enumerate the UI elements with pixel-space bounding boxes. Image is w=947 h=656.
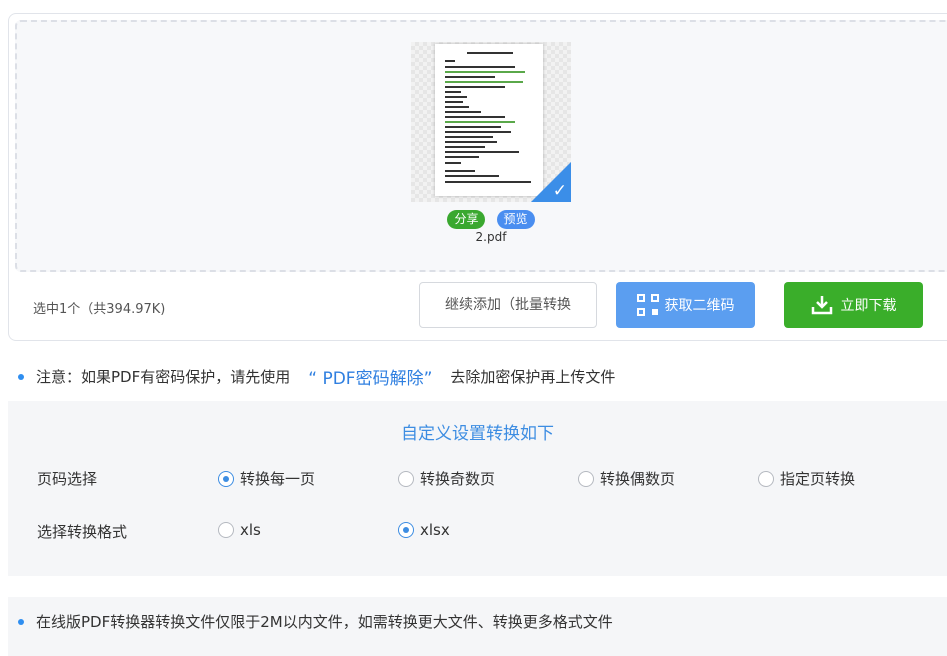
preview-button[interactable]: 预览 xyxy=(496,210,535,229)
pdf-page-preview xyxy=(435,44,543,196)
size-limit-notice: 在线版PDF转换器转换文件仅限于2M以内文件，如需转换更大文件、转换更多格式文件 xyxy=(8,597,947,656)
radio-format-xls[interactable]: xls xyxy=(218,521,261,539)
radio-convert-even-pages[interactable]: 转换偶数页 xyxy=(578,468,675,489)
radio-label: 指定页转换 xyxy=(780,470,856,488)
continue-add-button[interactable]: 继续添加（批量转换 xyxy=(419,282,597,328)
check-icon: ✓ xyxy=(552,181,567,201)
pdf-password-remove-link[interactable]: “ PDF密码解除” xyxy=(308,364,432,389)
share-button[interactable]: 分享 xyxy=(447,210,486,229)
file-thumbnail[interactable]: ✓ xyxy=(411,42,571,202)
notice-suffix: 去除加密保护再上传文件 xyxy=(450,368,616,386)
upload-card: ✓ 分享 预览 2.pdf 选中1个（共394.97K) 继续添加（批量转换 获… xyxy=(8,13,947,341)
radio-label: 转换奇数页 xyxy=(420,470,496,488)
radio-convert-every-page[interactable]: 转换每一页 xyxy=(218,468,315,489)
radio-circle[interactable] xyxy=(218,470,234,487)
radio-circle[interactable] xyxy=(578,470,594,487)
radio-label: 转换每一页 xyxy=(240,470,316,488)
file-name: 2.pdf xyxy=(475,230,507,244)
file-dropzone[interactable]: ✓ 分享 预览 2.pdf xyxy=(15,20,947,272)
get-qr-code-button[interactable]: 获取二维码 xyxy=(616,282,755,328)
notice-prefix: 注意：如果PDF有密码保护，请先使用 xyxy=(36,368,291,386)
settings-title: 自定义设置转换如下 xyxy=(401,424,554,444)
radio-specify-pages[interactable]: 指定页转换 xyxy=(758,468,855,489)
qr-code-icon xyxy=(636,294,659,316)
qr-button-label: 获取二维码 xyxy=(664,298,735,314)
radio-label: xlsx xyxy=(420,521,450,539)
radio-convert-odd-pages[interactable]: 转换奇数页 xyxy=(398,468,495,489)
radio-label: 转换偶数页 xyxy=(600,470,676,488)
radio-format-xlsx[interactable]: xlsx xyxy=(398,521,450,539)
radio-label: xls xyxy=(240,521,261,539)
size-limit-text: 在线版PDF转换器转换文件仅限于2M以内文件，如需转换更大文件、转换更多格式文件 xyxy=(36,613,613,631)
download-icon xyxy=(811,295,833,315)
file-item[interactable]: ✓ 分享 预览 2.pdf xyxy=(411,42,571,244)
radio-circle[interactable] xyxy=(758,470,774,487)
download-button-label: 立即下载 xyxy=(840,298,897,314)
bullet-dot-icon xyxy=(18,618,24,625)
conversion-settings-panel: 自定义设置转换如下 页码选择 转换每一页 转换奇数页 转换偶数页 指定页转换 选… xyxy=(8,401,947,576)
selection-info: 选中1个（共394.97K) xyxy=(33,302,166,317)
radio-circle[interactable] xyxy=(398,522,414,538)
bullet-dot-icon xyxy=(18,373,24,380)
radio-circle[interactable] xyxy=(398,470,414,487)
page-select-label: 页码选择 xyxy=(37,470,98,488)
password-notice: 注意：如果PDF有密码保护，请先使用 “ PDF密码解除” 去除加密保护再上传文… xyxy=(18,364,615,389)
format-select-label: 选择转换格式 xyxy=(37,523,128,541)
radio-circle[interactable] xyxy=(218,522,234,538)
download-now-button[interactable]: 立即下载 xyxy=(784,282,923,328)
